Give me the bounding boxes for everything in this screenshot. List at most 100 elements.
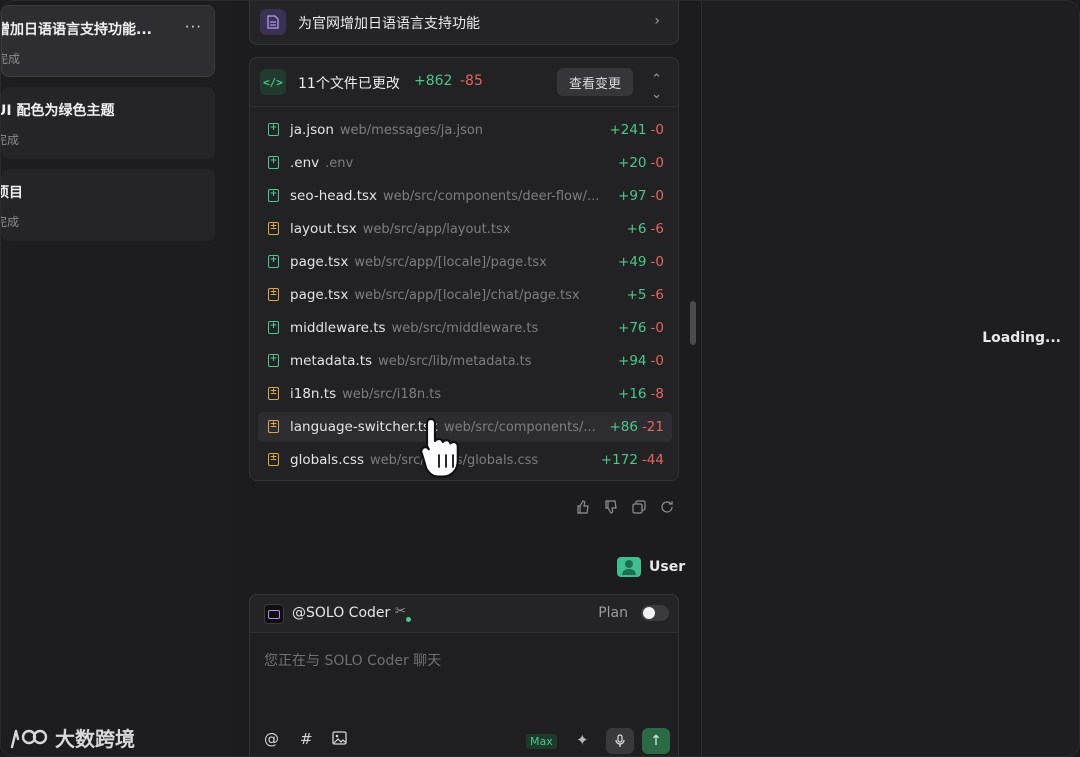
file-name: middleware.ts [290, 320, 386, 336]
file-added-icon: + [268, 156, 279, 169]
collapse-icon[interactable]: ⌃ ⌄ [651, 72, 662, 102]
file-deletions: -0 [650, 155, 664, 171]
file-additions: +20 [618, 155, 647, 171]
copy-icon[interactable] [631, 499, 647, 515]
view-changes-button[interactable]: 查看变更 [557, 68, 633, 96]
file-path: web/src/app/[locale]/chat/page.tsx [354, 288, 580, 303]
file-name: page.tsx [290, 287, 349, 303]
plan-toggle[interactable] [641, 605, 669, 621]
file-row[interactable]: ± i18n.ts web/src/i18n.ts +16 -8 [258, 379, 672, 409]
file-name: page.tsx [290, 254, 349, 270]
image-icon[interactable] [332, 731, 347, 749]
task-card[interactable]: 为官网增加日语语言支持功能 › [249, 1, 679, 45]
changed-files-title: 11个文件已更改 [298, 76, 400, 92]
file-additions: +49 [618, 254, 647, 270]
file-name: i18n.ts [290, 386, 337, 402]
file-deletions: -0 [650, 353, 664, 369]
file-additions: +94 [618, 353, 647, 369]
file-deletions: -0 [650, 320, 664, 336]
session-item-2[interactable]: 项目 完成 [1, 169, 215, 241]
file-name: language-switcher.tsx [290, 419, 439, 435]
file-modified-icon: ± [268, 420, 279, 433]
file-row[interactable]: + .env .env +20 -0 [258, 148, 672, 178]
task-title: 为官网增加日语语言支持功能 [298, 16, 480, 32]
chat-input[interactable]: 您正在与 SOLO Coder 聊天 @ # Max ✦ ↑ [250, 632, 678, 756]
file-row[interactable]: + ja.json web/messages/ja.json +241 -0 [258, 115, 672, 145]
max-mode-badge[interactable]: Max [526, 734, 557, 749]
session-status: 完成 [1, 133, 20, 147]
file-deletions: -44 [641, 452, 664, 468]
session-title: UI 配色为绿色主题 [1, 103, 115, 119]
file-row[interactable]: ± layout.tsx web/src/app/layout.tsx +6 -6 [258, 214, 672, 244]
user-name: User [649, 559, 686, 575]
file-deletions: -0 [650, 122, 664, 138]
file-row[interactable]: ± page.tsx web/src/app/[locale]/chat/page… [258, 280, 672, 310]
file-deletions: -6 [650, 287, 664, 303]
file-path: .env [325, 156, 354, 171]
thumbs-up-icon[interactable] [575, 499, 591, 515]
sparkle-icon[interactable]: ✦ [576, 731, 589, 749]
file-path: web/src/i18n.ts [342, 387, 442, 402]
file-name: ja.json [290, 122, 334, 138]
regenerate-icon[interactable] [659, 499, 675, 515]
message-actions [575, 499, 675, 515]
file-added-icon: + [268, 123, 279, 136]
file-row[interactable]: + metadata.ts web/src/lib/metadata.ts +94… [258, 346, 672, 376]
file-name: seo-head.tsx [290, 188, 378, 204]
watermark-logo: 大数跨境 [9, 723, 135, 752]
file-deletions: -21 [641, 419, 664, 435]
brand-mark-icon [10, 729, 48, 748]
file-additions: +76 [618, 320, 647, 336]
session-item-0[interactable]: 增加日语语言支持功能... 完成 ··· [1, 5, 215, 77]
plan-label: Plan [598, 605, 628, 621]
file-path: web/src/middleware.ts [391, 321, 539, 336]
file-row[interactable]: + seo-head.tsx web/src/components/deer-fl… [258, 181, 672, 211]
file-deletions: -8 [650, 386, 664, 402]
file-added-icon: + [268, 255, 279, 268]
more-options-icon[interactable]: ··· [185, 18, 202, 36]
file-additions: +86 [609, 419, 638, 435]
file-added-icon: + [268, 321, 279, 334]
user-avatar-icon [617, 557, 641, 577]
agent-selector[interactable]: @SOLO Coder [292, 605, 390, 621]
code-icon: </> [260, 69, 286, 95]
microphone-icon[interactable] [606, 728, 634, 754]
hashtag-icon[interactable]: # [300, 730, 313, 748]
file-additions: +5 [626, 287, 647, 303]
file-additions: +172 [600, 452, 638, 468]
send-button[interactable]: ↑ [642, 728, 670, 754]
file-row[interactable]: + page.tsx web/src/app/[locale]/page.tsx … [258, 247, 672, 277]
file-added-icon: + [268, 354, 279, 367]
composer-header: @SOLO Coder ✂ Plan [250, 595, 678, 632]
file-path: web/src/app/layout.tsx [362, 222, 511, 237]
session-title: 增加日语语言支持功能... [1, 22, 152, 38]
hand-pointer-cursor-icon [420, 417, 459, 478]
preview-panel: Loading... [701, 1, 1079, 756]
total-deletions: -85 [460, 73, 483, 89]
file-modified-icon: ± [268, 288, 279, 301]
session-item-1[interactable]: UI 配色为绿色主题 完成 [1, 87, 215, 159]
file-additions: +241 [609, 122, 647, 138]
thumbs-down-icon[interactable] [603, 499, 619, 515]
brand-text: 大数跨境 [55, 727, 135, 751]
file-name: layout.tsx [290, 221, 357, 237]
mention-icon[interactable]: @ [264, 730, 279, 748]
file-row[interactable]: + middleware.ts web/src/middleware.ts +76… [258, 313, 672, 343]
file-path: web/src/app/[locale]/page.tsx [354, 255, 547, 270]
file-path: web/messages/ja.json [339, 123, 484, 138]
file-deletions: -0 [650, 254, 664, 270]
file-deletions: -6 [650, 221, 664, 237]
file-name: metadata.ts [290, 353, 373, 369]
loading-text: Loading... [982, 330, 1061, 346]
chat-scrollbar[interactable] [690, 301, 696, 345]
document-icon [260, 9, 286, 35]
tools-icon[interactable]: ✂ [395, 604, 406, 619]
file-additions: +97 [618, 188, 647, 204]
file-added-icon: + [268, 189, 279, 202]
file-path: web/src/lib/metadata.ts [378, 354, 532, 369]
file-modified-icon: ± [268, 387, 279, 400]
chevron-right-icon[interactable]: › [654, 13, 660, 29]
file-modified-icon: ± [268, 222, 279, 235]
user-tag: User [617, 557, 685, 577]
session-status: 完成 [1, 215, 20, 229]
